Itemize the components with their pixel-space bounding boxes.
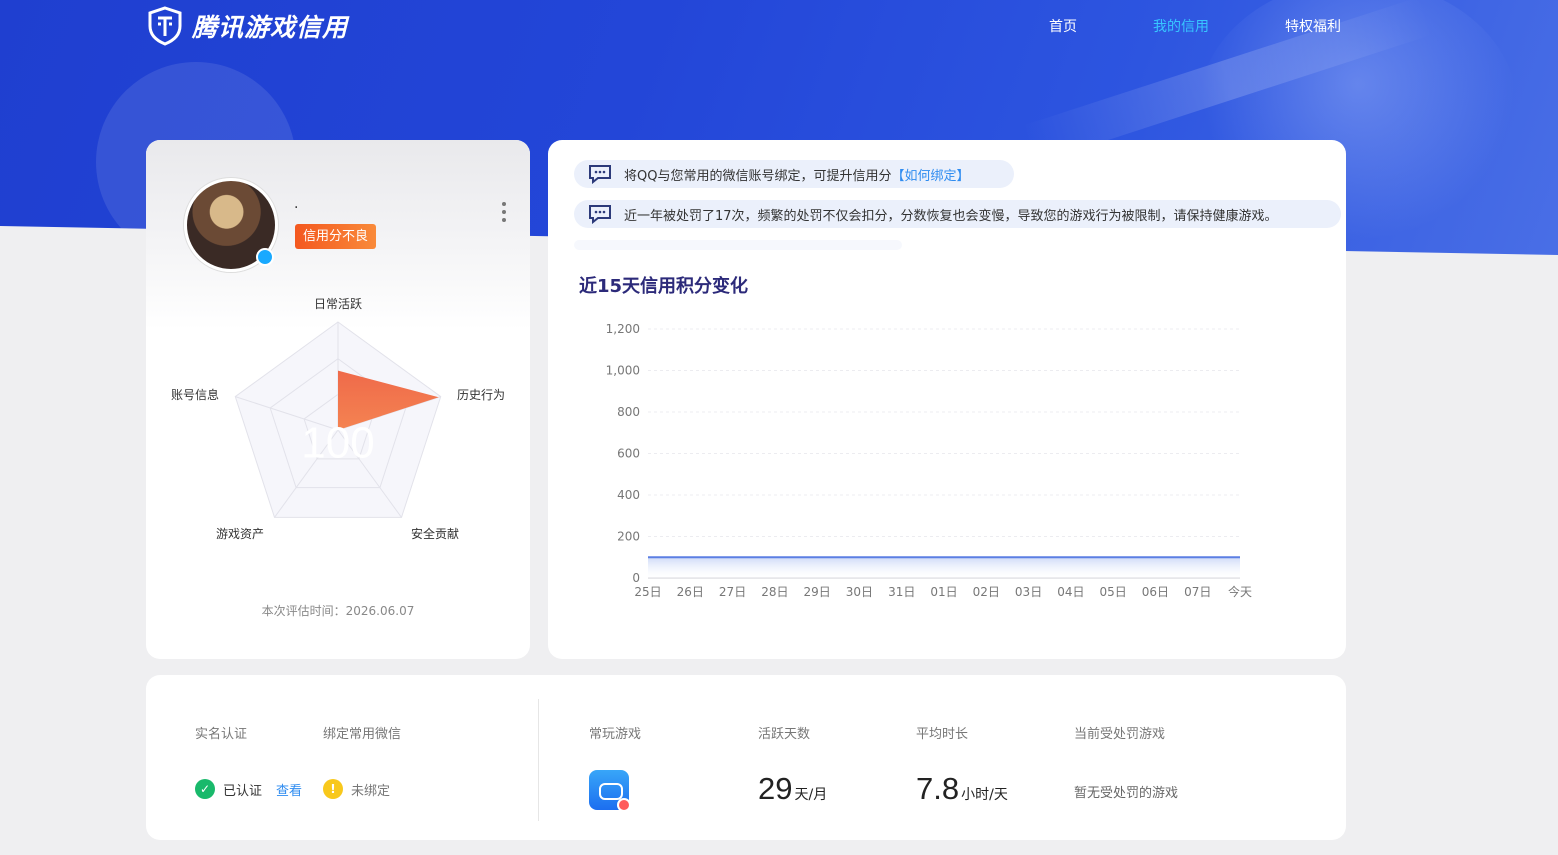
stats-card: 实名认证 绑定常用微信 ✓ 已认证 查看 ! 未绑定 常玩游戏 活跃天数 29 天…	[146, 675, 1346, 840]
wechat-bind-status: ! 未绑定	[323, 779, 390, 799]
credit-trend-chart: 0 200 400 600 800 1,000 1,200 25日 26日 27日 28日 29日 30…	[606, 322, 1252, 599]
radar-score: 100	[301, 419, 374, 468]
punished-games-value: 暂无受处罚的游戏	[1074, 786, 1179, 801]
avg-time-unit: 小时/天	[961, 787, 1008, 803]
x-tick-label: 28日	[761, 585, 788, 599]
game-badge-icon	[617, 798, 631, 812]
x-tick-label: 05日	[1100, 585, 1127, 599]
x-tick-label: 27日	[719, 585, 746, 599]
x-tick-label: 30日	[846, 585, 873, 599]
avg-time-label: 平均时长	[916, 727, 969, 742]
y-tick-label: 0	[632, 571, 640, 585]
series-area	[648, 557, 1240, 578]
frequent-games-label: 常玩游戏	[589, 727, 642, 742]
radar-label-assets: 游戏资产	[216, 527, 264, 541]
y-tick-label: 1,200	[606, 322, 640, 336]
evaluation-time-value: 2026.06.07	[345, 604, 415, 618]
divider	[538, 699, 539, 821]
y-tick-label: 600	[617, 447, 640, 461]
nickname: ·	[294, 200, 299, 216]
evaluation-time: 本次评估时间：2026.06.07	[146, 602, 530, 619]
wechat-bind-label: 绑定常用微信	[323, 727, 402, 742]
real-name-status-text: 已认证	[223, 783, 263, 799]
qq-icon	[256, 248, 274, 266]
active-days-number: 29	[758, 771, 793, 806]
active-days-label: 活跃天数	[758, 727, 811, 742]
x-tick-label: 26日	[677, 585, 704, 599]
evaluation-time-label: 本次评估时间：	[261, 604, 346, 618]
x-tick-label: 25日	[634, 585, 661, 599]
check-circle-icon: ✓	[195, 779, 215, 799]
nav-home[interactable]: 首页	[1049, 16, 1077, 36]
wechat-bind-status-text: 未绑定	[351, 783, 391, 799]
x-tick-label: 31日	[888, 585, 915, 599]
warning-circle-icon: !	[323, 779, 343, 799]
radar-label-security: 安全贡献	[411, 526, 459, 541]
active-days-unit: 天/月	[794, 787, 828, 803]
profile-card: · 信用分不良 100 日常活跃 历史行为 安全贡献 游戏资产 账号信息 本次评…	[146, 140, 530, 659]
avg-time-number: 7.8	[916, 771, 960, 806]
x-tick-label: 04日	[1057, 585, 1084, 599]
y-tick-label: 200	[617, 530, 640, 544]
real-name-status: ✓ 已认证 查看	[195, 779, 302, 799]
x-tick-label: 02日	[973, 585, 1000, 599]
y-tick-label: 800	[617, 405, 640, 419]
brand-name: 腾讯游戏信用	[192, 13, 349, 42]
more-options-icon[interactable]	[500, 202, 508, 224]
y-tick-label: 400	[617, 488, 640, 502]
x-tick-label: 06日	[1142, 585, 1169, 599]
radar-label-account: 账号信息	[171, 387, 219, 402]
x-tick-label: 07日	[1184, 585, 1211, 599]
real-name-label: 实名认证	[195, 727, 248, 742]
nav-privileges[interactable]: 特权福利	[1285, 16, 1341, 36]
x-tick-label: 29日	[804, 585, 831, 599]
radar-label-history: 历史行为	[457, 388, 505, 402]
avg-time-value: 7.8 小时/天	[916, 771, 1008, 807]
credit-trend-card: 将QQ与您常用的微信账号绑定，可提升信用分 【如何绑定】 近一年被处罚了17次，…	[548, 140, 1346, 659]
nav-my-credit[interactable]: 我的信用	[1153, 16, 1209, 36]
x-tick-label: 01日	[930, 585, 957, 599]
active-days-value: 29 天/月	[758, 771, 827, 807]
punished-games-label: 当前受处罚游戏	[1074, 727, 1166, 742]
x-tick-label: 03日	[1015, 585, 1042, 599]
radar-label-daily-active: 日常活跃	[314, 297, 362, 311]
game-app-icon[interactable]	[589, 770, 631, 812]
x-tick-label: 今天	[1228, 584, 1252, 599]
y-tick-label: 1,000	[606, 364, 640, 378]
credit-radar-chart: 100 日常活跃 历史行为 安全贡献 游戏资产 账号信息	[171, 297, 505, 541]
credit-status-badge: 信用分不良	[295, 224, 377, 249]
shield-logo-icon	[148, 6, 182, 46]
view-link[interactable]: 查看	[276, 780, 302, 799]
brand-logo[interactable]: 腾讯游戏信用	[146, 6, 348, 46]
